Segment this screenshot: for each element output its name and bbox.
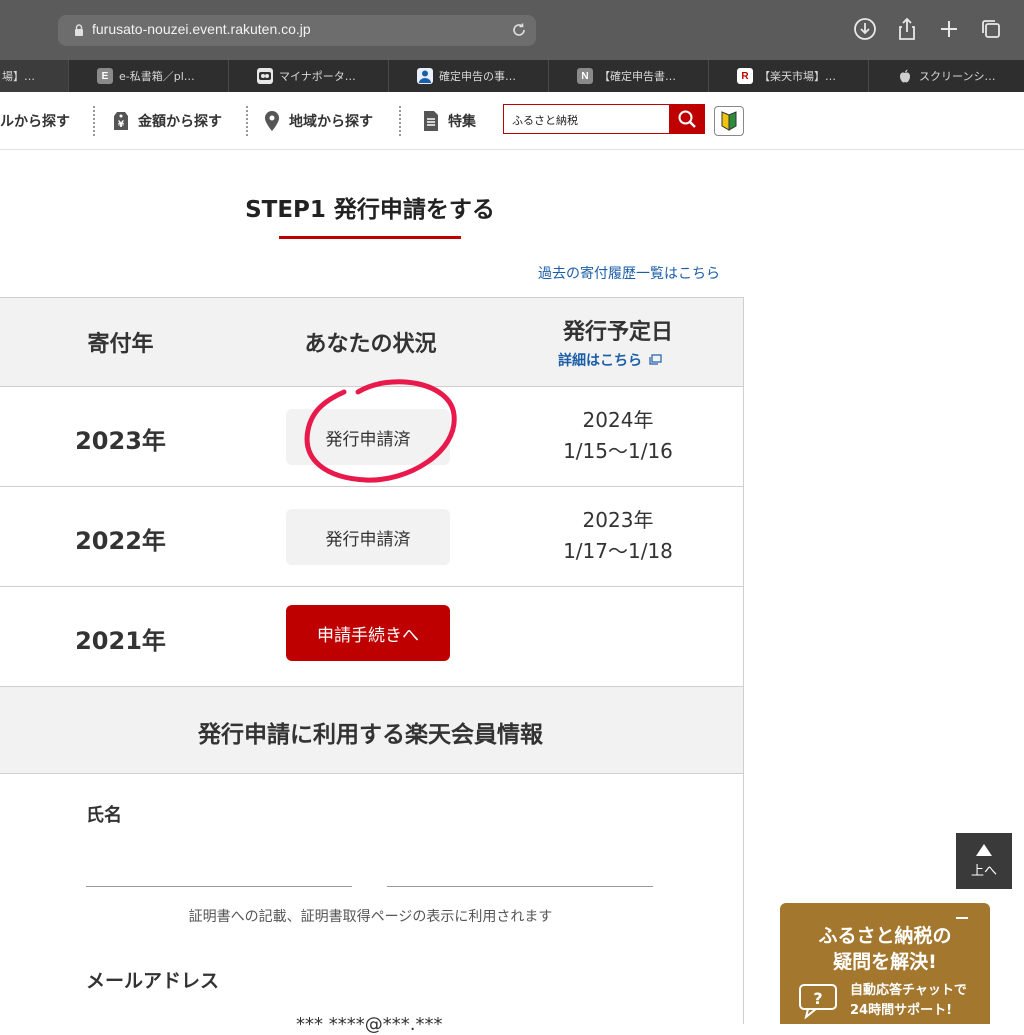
nav-label: 地域から探す [289, 114, 373, 130]
nav-label: 特集 [448, 114, 476, 130]
nav-divider [246, 106, 248, 136]
apple-favicon-icon [897, 68, 913, 84]
issue-year: 2023年 [582, 508, 654, 532]
email-label: メールアドレス [86, 970, 220, 992]
tab-kakutei-shinkoku[interactable]: 確定申告の事… [388, 60, 548, 92]
issue-range: 1/15〜1/16 [563, 439, 673, 463]
issue-date: 2023年 1/17〜1/18 [513, 505, 723, 567]
minimize-icon[interactable] [956, 917, 968, 919]
new-tab-icon[interactable] [936, 16, 962, 42]
svg-text:?: ? [813, 989, 822, 1008]
tab-screenshot[interactable]: スクリーンシ… [868, 60, 1024, 92]
tab-label: 【確定申告書… [599, 70, 676, 83]
donation-year: 2022年 [75, 527, 166, 555]
nav-label: ルから探す [0, 114, 70, 130]
annotation-circle [304, 379, 457, 483]
up-arrow-icon [976, 843, 992, 856]
details-link-label: 詳細はこちら [558, 353, 642, 369]
nav-search-by-amount[interactable]: ¥ 金額から探す [112, 106, 222, 136]
header-issue-date: 発行予定日 [562, 320, 673, 345]
search-button[interactable] [669, 104, 705, 134]
chat-bubble-icon: ? [799, 984, 837, 1019]
nav-search-by-region[interactable]: 地域から探す [263, 106, 373, 136]
issue-year: 2024年 [582, 408, 654, 432]
nav-feature[interactable]: 特集 [422, 106, 476, 136]
donation-history-link[interactable]: 過去の寄付履歴一覧はこちら [538, 263, 720, 283]
certificate-status-table: 寄付年 あなたの状況 発行予定日 詳細はこちら 2023年 発行申請済 2024… [0, 297, 744, 687]
reload-icon[interactable] [510, 21, 528, 39]
member-info-section: 氏名 証明書への記載、証明書取得ページの表示に利用されます メールアドレス **… [0, 774, 744, 1035]
issue-range: 1/17〜1/18 [563, 539, 673, 563]
beginner-mark-icon [721, 111, 737, 131]
member-info-header: 発行申請に利用する楽天会員情報 [0, 687, 744, 774]
document-icon [424, 111, 438, 131]
share-icon[interactable] [894, 16, 920, 42]
download-icon[interactable] [852, 16, 878, 42]
faq-subtitle-line1: 自動応答チャットで [850, 983, 967, 998]
tab-rakuten-ichiba[interactable]: R 【楽天市場】… [708, 60, 868, 92]
faq-title-line2: 疑問を解決! [833, 951, 937, 973]
table-row: 2021年 申請手続きへ [0, 587, 743, 687]
n-favicon-icon: N [577, 68, 593, 84]
rakuten-favicon-icon: R [737, 68, 753, 84]
tab-label: e-私書箱／pl… [119, 70, 195, 83]
person-favicon-icon [417, 68, 433, 84]
mynaportal-favicon-icon [257, 68, 273, 84]
price-tag-icon: ¥ [114, 112, 128, 130]
nav-search-by-genre[interactable]: ルから探す [0, 106, 70, 136]
status-badge: 発行申請済 [286, 509, 450, 565]
browser-toolbar: furusato-nouzei.event.rakuten.co.jp [0, 0, 1024, 60]
tab-kakutei-shinkokusho[interactable]: N 【確定申告書… [548, 60, 708, 92]
back-to-top-label: 上へ [970, 863, 997, 879]
tab-label: 場】… [2, 70, 35, 83]
back-to-top-button[interactable]: 上へ [956, 833, 1012, 889]
tab-label: マイナポータ… [279, 70, 356, 83]
tab-bar: 場】… E e-私書箱／pl… マイナポータ… 確定申告の事… N 【確定申告書… [0, 60, 1024, 92]
apply-procedure-button[interactable]: 申請手続きへ [286, 605, 450, 661]
email-value: *** ****@***.*** [296, 1014, 443, 1035]
title-underline [279, 236, 461, 239]
tab-label: 【楽天市場】… [759, 70, 836, 83]
address-bar[interactable]: furusato-nouzei.event.rakuten.co.jp [58, 15, 536, 46]
search-input[interactable]: ふるさと納税 [503, 104, 671, 134]
donation-year: 2021年 [75, 627, 166, 655]
nav-divider [399, 106, 401, 136]
faq-chat-widget[interactable]: ふるさと納税の 疑問を解決! ? 自動応答チャットで 24時間サポート! [780, 903, 990, 1024]
tab-mynaportal[interactable]: マイナポータ… [228, 60, 388, 92]
member-info-title: 発行申請に利用する楽天会員情報 [198, 722, 543, 748]
donation-year: 2023年 [75, 427, 166, 455]
nav-divider [93, 106, 95, 136]
usage-note: 証明書への記載、証明書取得ページの表示に利用されます [188, 909, 553, 925]
details-link[interactable]: 詳細はこちら [558, 350, 662, 370]
svg-text:¥: ¥ [118, 120, 125, 130]
tab-overview-icon[interactable] [978, 16, 1004, 42]
tab-label: 確定申告の事… [439, 70, 516, 83]
url-text: furusato-nouzei.event.rakuten.co.jp [92, 21, 311, 37]
header-your-status: あなたの状況 [304, 332, 437, 357]
name-label: 氏名 [86, 805, 122, 826]
e-favicon-icon: E [97, 68, 113, 84]
page-title: STEP1 発行申請をする [245, 197, 495, 223]
nav-label: 金額から探す [138, 114, 222, 130]
first-name-field [387, 886, 653, 887]
map-pin-icon [265, 111, 279, 131]
beginner-guide-button[interactable] [714, 106, 744, 136]
external-window-icon [649, 354, 662, 365]
tab-rakuten-current[interactable]: 場】… [0, 60, 68, 92]
tab-label: スクリーンシ… [919, 70, 996, 83]
header-donation-year: 寄付年 [87, 332, 154, 357]
last-name-field [86, 886, 352, 887]
tab-e-shishobako[interactable]: E e-私書箱／pl… [68, 60, 228, 92]
lock-icon [75, 24, 83, 36]
search-icon [678, 110, 696, 128]
issue-date: 2024年 1/15〜1/16 [513, 405, 723, 467]
faq-subtitle-line2: 24時間サポート! [850, 1003, 953, 1018]
faq-title-line1: ふるさと納税の [818, 925, 952, 947]
table-row: 2022年 発行申請済 2023年 1/17〜1/18 [0, 487, 743, 587]
